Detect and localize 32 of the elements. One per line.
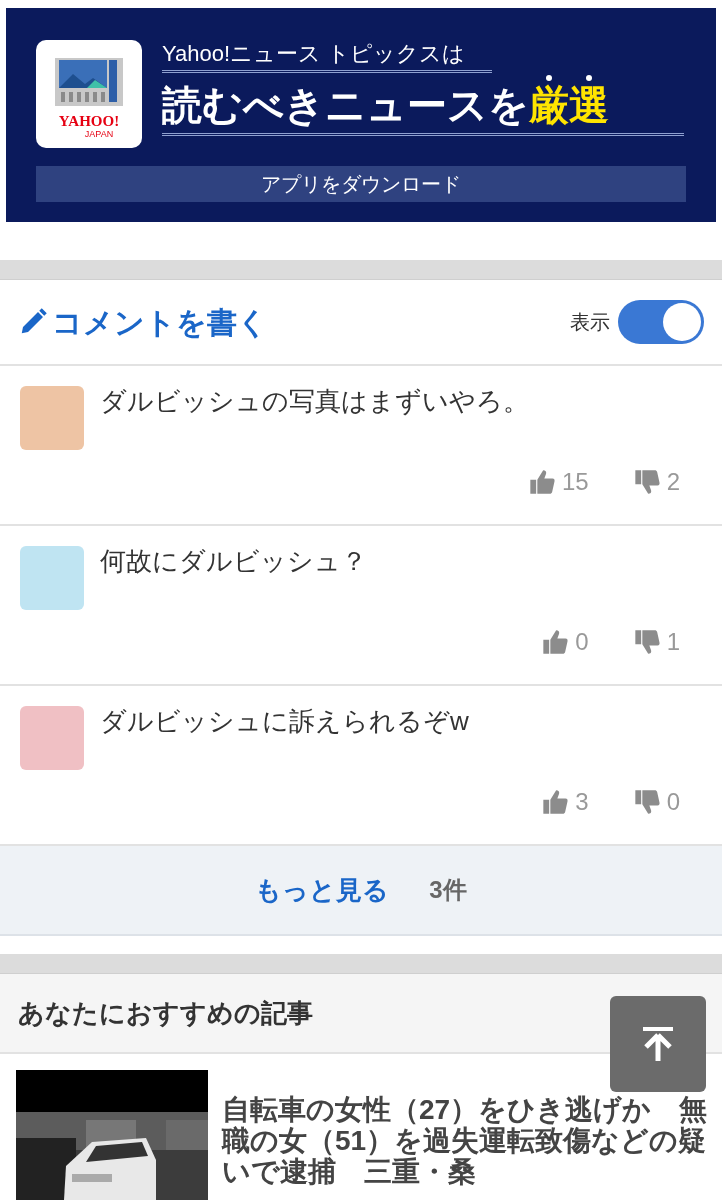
headline: 読むべきニュースを (162, 81, 529, 129)
app-banner[interactable]: YAHOO! JAPAN Yahoo!ニュース トピックスは 読むべきニュースを厳選 アプリをダウンロード (6, 8, 716, 222)
comment-text: ダルビッシュの写真はまずいやろ。 (100, 385, 529, 418)
write-comment-link[interactable]: コメントを書く (18, 299, 268, 345)
logo-subtext: JAPAN (84, 130, 114, 139)
comment-text: ダルビッシュに訴えられるぞw (100, 705, 469, 738)
logo-text: YAHOO! (58, 114, 120, 129)
tagline: Yahoo!ニュース トピックスは (162, 40, 492, 73)
thumbs-down-icon (632, 468, 661, 496)
dislike-button[interactable]: 0 (632, 784, 680, 820)
download-button[interactable]: アプリをダウンロード (36, 166, 686, 202)
comment-count: 3件 (429, 875, 467, 905)
thumbs-down-icon (632, 628, 661, 656)
toggle-label: 表示 (570, 310, 610, 335)
section-title: あなたにおすすめの記事 (18, 996, 313, 1030)
dislike-button[interactable]: 2 (632, 464, 680, 500)
display-toggle[interactable] (618, 300, 704, 344)
thumbs-up-icon (527, 468, 556, 496)
thumbs-up-icon (541, 788, 570, 816)
newspaper-icon (53, 56, 125, 108)
arrow-up-icon (641, 1025, 675, 1063)
thumbs-up-icon (541, 628, 570, 656)
back-to-top-button[interactable] (610, 996, 706, 1092)
like-button[interactable]: 15 (527, 464, 589, 500)
thumbs-down-icon (632, 788, 661, 816)
dislike-button[interactable]: 1 (632, 624, 680, 660)
headline-highlight: 厳選 (529, 81, 609, 128)
like-button[interactable]: 0 (541, 624, 589, 660)
comment-text: 何故にダルビッシュ？ (100, 545, 367, 578)
like-button[interactable]: 3 (541, 784, 589, 820)
more-link[interactable]: もっと見る (255, 870, 390, 910)
article-title[interactable]: 自転車の女性（27）をひき逃げか 無職の女（51）を過失運転致傷などの疑いで逮捕 三重・桑 (222, 1094, 720, 1200)
